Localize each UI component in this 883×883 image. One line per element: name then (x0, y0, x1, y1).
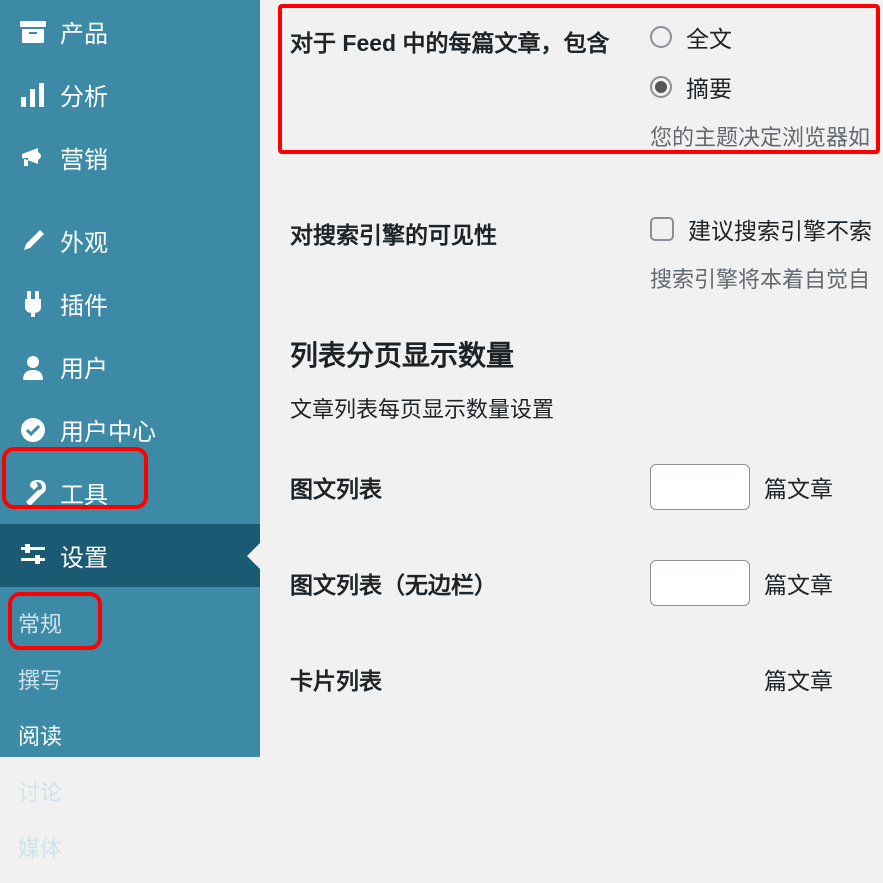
user-icon (18, 354, 48, 380)
plug-icon (18, 291, 48, 317)
card-list-row: 卡片列表 篇文章 (290, 656, 883, 702)
brush-icon (18, 228, 48, 254)
menu-label: 外观 (60, 223, 108, 258)
submenu-reading[interactable]: 阅读 (0, 707, 260, 763)
submenu-media[interactable]: 媒体 (0, 819, 260, 875)
megaphone-icon (18, 146, 48, 170)
sidebar-item-users[interactable]: 用户 (0, 335, 260, 398)
checkbox-label: 建议搜索引擎不索 (688, 212, 872, 246)
menu-label: 用户中心 (60, 412, 156, 447)
radio-summary[interactable]: 摘要 (650, 70, 883, 104)
image-text-list-input[interactable] (650, 464, 750, 510)
input-suffix: 篇文章 (764, 662, 833, 696)
check-circle-icon (18, 417, 48, 443)
sidebar-item-tools[interactable]: 工具 (0, 461, 260, 524)
feed-content-setting: 对于 Feed 中的每篇文章，包含 全文 摘要 您的主题决定浏览器如 (290, 20, 883, 152)
search-visibility-setting: 对搜索引擎的可见性 建议搜索引擎不索 搜索引擎将本着自觉自 (290, 212, 883, 294)
row-label: 图文列表 (290, 470, 650, 504)
archive-icon (18, 21, 48, 43)
radio-full-text[interactable]: 全文 (650, 20, 883, 54)
menu-label: 营销 (60, 140, 108, 175)
radio-icon (650, 76, 672, 98)
settings-submenu: 常规 撰写 阅读 讨论 媒体 (0, 587, 260, 883)
menu-label: 用户 (60, 349, 108, 384)
sidebar-item-plugins[interactable]: 插件 (0, 272, 260, 335)
radio-icon (650, 26, 672, 48)
radio-label: 摘要 (686, 70, 732, 104)
setting-label: 对搜索引擎的可见性 (290, 212, 650, 294)
menu-label: 分析 (60, 77, 108, 112)
sidebar-item-marketing[interactable]: 营销 (0, 126, 260, 189)
feed-hint: 您的主题决定浏览器如 (650, 120, 883, 152)
checkbox-icon (650, 217, 674, 241)
menu-label: 产品 (60, 14, 108, 49)
pagination-heading: 列表分页显示数量 (290, 334, 883, 374)
wrench-icon (18, 480, 48, 506)
image-text-list-row: 图文列表 篇文章 (290, 464, 883, 510)
chart-icon (18, 83, 48, 107)
submenu-writing[interactable]: 撰写 (0, 651, 260, 707)
sidebar-item-products[interactable]: 产品 (0, 0, 260, 63)
sidebar-item-analytics[interactable]: 分析 (0, 63, 260, 126)
row-label: 图文列表（无边栏） (290, 566, 650, 600)
setting-label: 对于 Feed 中的每篇文章，包含 (290, 20, 650, 152)
radio-label: 全文 (686, 20, 732, 54)
pagination-desc: 文章列表每页显示数量设置 (290, 392, 883, 424)
submenu-discussion[interactable]: 讨论 (0, 763, 260, 819)
submenu-general[interactable]: 常规 (0, 595, 260, 651)
settings-content: 对于 Feed 中的每篇文章，包含 全文 摘要 您的主题决定浏览器如 对搜索引擎… (260, 0, 883, 757)
menu-label: 设置 (60, 538, 108, 573)
image-text-list-no-sidebar-input[interactable] (650, 560, 750, 606)
admin-sidebar: 产品 分析 营销 外观 插件 用户 用户中心 工具 设置 常规 撰写 阅读 讨论… (0, 0, 260, 757)
sidebar-item-settings[interactable]: 设置 (0, 524, 260, 587)
search-discourage-checkbox[interactable]: 建议搜索引擎不索 (650, 212, 883, 246)
sliders-icon (18, 544, 48, 568)
menu-label: 工具 (60, 475, 108, 510)
menu-label: 插件 (60, 286, 108, 321)
sidebar-item-appearance[interactable]: 外观 (0, 209, 260, 272)
search-hint: 搜索引擎将本着自觉自 (650, 262, 883, 294)
row-label: 卡片列表 (290, 662, 650, 696)
sidebar-item-user-center[interactable]: 用户中心 (0, 398, 260, 461)
image-text-list-no-sidebar-row: 图文列表（无边栏） 篇文章 (290, 560, 883, 606)
input-suffix: 篇文章 (764, 566, 833, 600)
input-suffix: 篇文章 (764, 470, 833, 504)
